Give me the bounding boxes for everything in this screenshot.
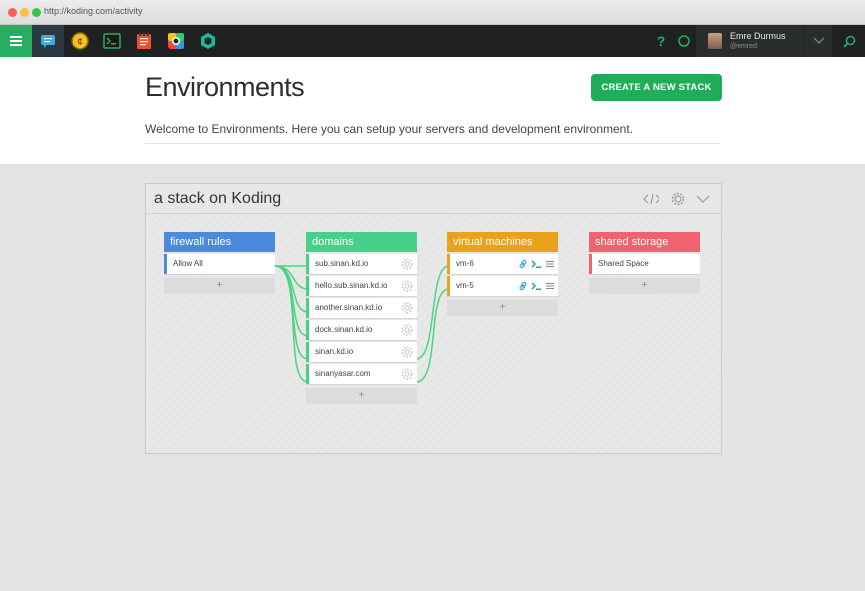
- vm-actions: [518, 254, 555, 274]
- link-icon[interactable]: [518, 281, 528, 291]
- add-vm-button[interactable]: +: [447, 300, 558, 316]
- vm-label: vm-6: [456, 259, 474, 268]
- chevron-down-icon: [696, 195, 710, 203]
- address-bar[interactable]: http://koding.com/activity: [44, 6, 143, 16]
- window-close-button[interactable]: [8, 8, 17, 17]
- domain-label: sub.sinan.kd.io: [315, 259, 369, 268]
- domain-item[interactable]: sinanyasar.com: [306, 364, 417, 384]
- stack-title: a stack on Koding: [154, 190, 282, 207]
- menu-button[interactable]: [0, 25, 32, 57]
- browser-toolbar: http://koding.com/activity: [0, 0, 865, 25]
- user-name: Emre Durmus: [730, 31, 786, 41]
- firewall-rule-item[interactable]: Allow All: [164, 254, 275, 274]
- vm-actions: [518, 276, 555, 296]
- gear-icon[interactable]: [401, 258, 413, 270]
- user-handle: @emred: [730, 43, 757, 50]
- code-icon: [643, 193, 659, 205]
- page-title: Environments: [145, 72, 305, 102]
- gear-icon[interactable]: [401, 280, 413, 292]
- chevron-down-icon: [813, 37, 824, 44]
- code-view-button[interactable]: [643, 192, 659, 206]
- connection-lines: [274, 265, 450, 383]
- virtual-machines-header: virtual machines: [447, 232, 558, 252]
- collapse-stack-button[interactable]: [695, 192, 711, 206]
- menu-icon[interactable]: [545, 281, 555, 291]
- gear-icon[interactable]: [401, 346, 413, 358]
- teamwork-app-button[interactable]: [160, 25, 192, 57]
- domain-item[interactable]: another.sinan.kd.io: [306, 298, 417, 318]
- hamburger-icon-bar: [10, 44, 22, 46]
- storage-label: Shared Space: [598, 259, 649, 268]
- chat-bubble-icon: [41, 35, 55, 48]
- shared-storage-header: shared storage: [589, 232, 700, 252]
- create-stack-button[interactable]: CREATE A NEW STACK: [591, 74, 722, 101]
- domain-label: sinan.kd.io: [315, 347, 354, 356]
- hexagon-icon: [201, 33, 215, 49]
- search-icon: [843, 35, 856, 48]
- firewall-rules-header: firewall rules: [164, 232, 275, 252]
- editor-app-button[interactable]: [128, 25, 160, 57]
- domain-item[interactable]: sub.sinan.kd.io: [306, 254, 417, 274]
- koding-app-button[interactable]: ¢: [64, 25, 96, 57]
- terminal-icon: [103, 33, 121, 49]
- gear-icon[interactable]: [401, 368, 413, 380]
- hamburger-icon: [10, 36, 22, 38]
- terminal-icon[interactable]: [531, 259, 542, 269]
- welcome-text: Welcome to Environments. Here you can se…: [145, 122, 634, 136]
- stack-settings-button[interactable]: [670, 192, 686, 206]
- domain-item[interactable]: sinan.kd.io: [306, 342, 417, 362]
- add-storage-button[interactable]: +: [589, 278, 700, 294]
- colorful-square-icon: [168, 33, 184, 49]
- terminal-app-button[interactable]: [96, 25, 128, 57]
- domain-label: hello.sub.sinan.kd.io: [315, 281, 388, 290]
- vm-label: vm-5: [456, 281, 474, 290]
- hamburger-icon-bar: [10, 40, 22, 42]
- add-firewall-rule-button[interactable]: +: [164, 278, 275, 294]
- user-menu-toggle[interactable]: [804, 25, 832, 57]
- virtual-machines-column: virtual machines vm-6 vm-5 +: [447, 232, 558, 316]
- stack-header: a stack on Koding: [146, 184, 721, 214]
- hexagon-app-button[interactable]: [192, 25, 224, 57]
- divider: [145, 143, 720, 144]
- vm-item[interactable]: vm-5: [447, 276, 558, 296]
- gear-icon[interactable]: [401, 324, 413, 336]
- domain-label: another.sinan.kd.io: [315, 303, 383, 312]
- add-domain-button[interactable]: +: [306, 388, 417, 404]
- window-zoom-button[interactable]: [32, 8, 41, 17]
- domain-item[interactable]: dock.sinan.kd.io: [306, 320, 417, 340]
- stack-panel: a stack on Koding firewall rules Allow A…: [145, 183, 722, 454]
- help-icon: ?: [656, 33, 666, 49]
- coin-icon: ¢: [71, 32, 89, 50]
- shared-storage-column: shared storage Shared Space +: [589, 232, 700, 294]
- domains-column: domains sub.sinan.kd.io hello.sub.sinan.…: [306, 232, 417, 404]
- firewall-rule-label: Allow All: [173, 259, 203, 268]
- domain-label: sinanyasar.com: [315, 369, 371, 378]
- gear-icon[interactable]: [401, 302, 413, 314]
- gear-icon: [671, 192, 685, 206]
- page-header: Environments CREATE A NEW STACK Welcome …: [0, 57, 865, 164]
- domain-label: dock.sinan.kd.io: [315, 325, 373, 334]
- vm-item[interactable]: vm-6: [447, 254, 558, 274]
- top-navigation: ¢ ? Emre Durmus @emred: [0, 25, 865, 57]
- link-icon[interactable]: [518, 259, 528, 269]
- domain-item[interactable]: hello.sub.sinan.kd.io: [306, 276, 417, 296]
- activity-app-button[interactable]: [32, 25, 64, 57]
- menu-icon[interactable]: [545, 259, 555, 269]
- avatar: [708, 33, 722, 49]
- help-button[interactable]: ?: [652, 25, 670, 57]
- svg-text:¢: ¢: [77, 37, 83, 48]
- status-ring-icon: [678, 35, 690, 47]
- firewall-rules-column: firewall rules Allow All +: [164, 232, 275, 294]
- search-button[interactable]: [834, 25, 865, 57]
- notebook-icon: [137, 32, 151, 49]
- domains-header: domains: [306, 232, 417, 252]
- storage-item[interactable]: Shared Space: [589, 254, 700, 274]
- window-minimize-button[interactable]: [20, 8, 29, 17]
- terminal-icon[interactable]: [531, 281, 542, 291]
- notifications-button[interactable]: [675, 25, 693, 57]
